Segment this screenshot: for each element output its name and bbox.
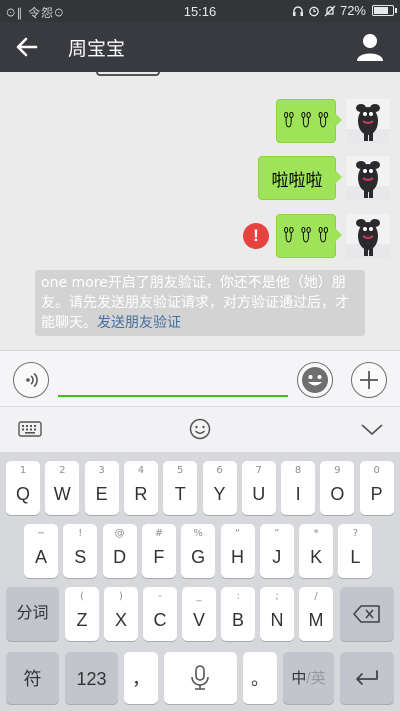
key-g[interactable]: % G [181, 524, 216, 578]
number-key[interactable]: 123 [65, 652, 118, 704]
key-f[interactable]: # F [141, 524, 176, 578]
message-bubble-emoji[interactable]: ꀎ ꀎ ꀎ [276, 99, 342, 143]
status-bar: ꖴ∥ 令怨ꖴ 15:16 72% [0, 0, 400, 22]
partial-image-message[interactable] [96, 72, 160, 76]
arrow-left-icon[interactable] [12, 33, 42, 61]
emoji-icon: ꀎ [316, 227, 330, 247]
key-s[interactable]: ! S [63, 524, 98, 578]
voice-icon[interactable] [13, 362, 49, 398]
key-h[interactable]: “H [220, 524, 255, 578]
key-p[interactable]: 0P [359, 461, 394, 515]
key-n[interactable]: ; N [260, 587, 294, 641]
mute-icon [324, 5, 336, 16]
message-input[interactable] [58, 365, 288, 397]
key-e[interactable]: 3E [84, 461, 119, 515]
key-k[interactable]: * K [299, 524, 334, 578]
enter-icon[interactable] [340, 652, 394, 704]
language-switch-key[interactable]: 中/英 [283, 652, 334, 704]
symbol-key[interactable]: 符 [6, 652, 59, 704]
battery-percent: 72% [339, 3, 366, 18]
key-m[interactable]: / M [299, 587, 333, 641]
chat-title: 周宝宝 [68, 38, 126, 60]
key-a[interactable]: ~ A [24, 524, 58, 578]
comma-key[interactable]: ， [124, 652, 158, 704]
key-t[interactable]: 5T [163, 461, 198, 515]
input-bar [0, 350, 400, 406]
key-x[interactable]: ) X [104, 587, 138, 641]
key-d[interactable]: @ D [102, 524, 137, 578]
key-r[interactable]: 4R [123, 461, 158, 515]
message-text: 啦啦啦 [271, 170, 323, 191]
message-list[interactable]: ꀎ ꀎ ꀎ 啦啦啦 ! ꀎ ꀎ ꀎ one more开启了朋友验证，你还不是他（… [0, 72, 400, 350]
message-bubble-emoji[interactable]: ꀎ ꀎ ꀎ [276, 214, 342, 258]
person-icon[interactable] [356, 32, 384, 62]
soft-keyboard: 1Q 2W 3E 4R 5T 6Y 7U 8I 9O 0P ~ A ! S @ D #… [0, 452, 400, 711]
key-i[interactable]: 8I [281, 461, 316, 515]
emoji-icon: ꀎ [316, 112, 330, 132]
avatar-image [346, 99, 390, 143]
key-b[interactable]: :B [221, 587, 255, 641]
battery-level-fill [374, 7, 389, 14]
keyboard-icon[interactable] [17, 417, 43, 441]
emoji-icon: ꀎ [299, 227, 313, 247]
period-key[interactable]: 。 [243, 652, 277, 704]
chevron-down-icon[interactable] [359, 417, 385, 441]
key-u[interactable]: 7U [241, 461, 276, 515]
message-bubble-text[interactable]: 啦啦啦 [258, 156, 342, 200]
key-w[interactable]: 2W [45, 461, 80, 515]
key-q[interactable]: 1Q [6, 461, 40, 515]
key-o[interactable]: 9O [320, 461, 355, 515]
avatar-image [346, 156, 390, 200]
backspace-icon[interactable] [340, 587, 394, 641]
emoji-group: ꀎ ꀎ ꀎ [282, 225, 330, 247]
send-failed-icon[interactable]: ! [243, 223, 269, 249]
emoji-icon: ꀎ [282, 227, 296, 247]
avatar-image [346, 214, 390, 258]
key-c[interactable]: -C [143, 587, 177, 641]
avatar[interactable] [346, 214, 390, 258]
key-z[interactable]: (Z [65, 587, 99, 641]
system-message: one more开启了朋友验证，你还不是他（她）朋友。请先发送朋友验证请求，对方… [35, 270, 365, 336]
emoji-icon: ꀎ [282, 112, 296, 132]
headset-icon [292, 5, 303, 16]
smiley-icon[interactable] [187, 417, 213, 441]
space-key[interactable] [164, 652, 237, 704]
key-y[interactable]: 6Y [202, 461, 237, 515]
avatar[interactable] [346, 156, 390, 200]
keyboard-toolbar [0, 406, 400, 452]
microphone-icon [191, 665, 209, 690]
system-message-text: one more开启了朋友验证，你还不是他（她）朋友。请先发送朋友验证请求，对方… [41, 275, 349, 331]
segment-key[interactable]: 分词 [6, 587, 59, 641]
plus-icon[interactable] [351, 362, 387, 398]
emoji-icon: ꀎ [299, 112, 313, 132]
alarm-icon [309, 6, 319, 16]
emoji-group: ꀎ ꀎ ꀎ [282, 110, 330, 132]
avatar[interactable] [346, 99, 390, 143]
chat-header: 周宝宝 [0, 22, 400, 72]
emoji-icon[interactable] [297, 362, 333, 398]
send-verification-link[interactable]: 发送朋友验证 [97, 315, 181, 331]
key-j[interactable]: ” J [259, 524, 294, 578]
key-v[interactable]: _ V [182, 587, 216, 641]
battery-icon [372, 5, 397, 16]
key-l[interactable]: ? L [338, 524, 373, 578]
